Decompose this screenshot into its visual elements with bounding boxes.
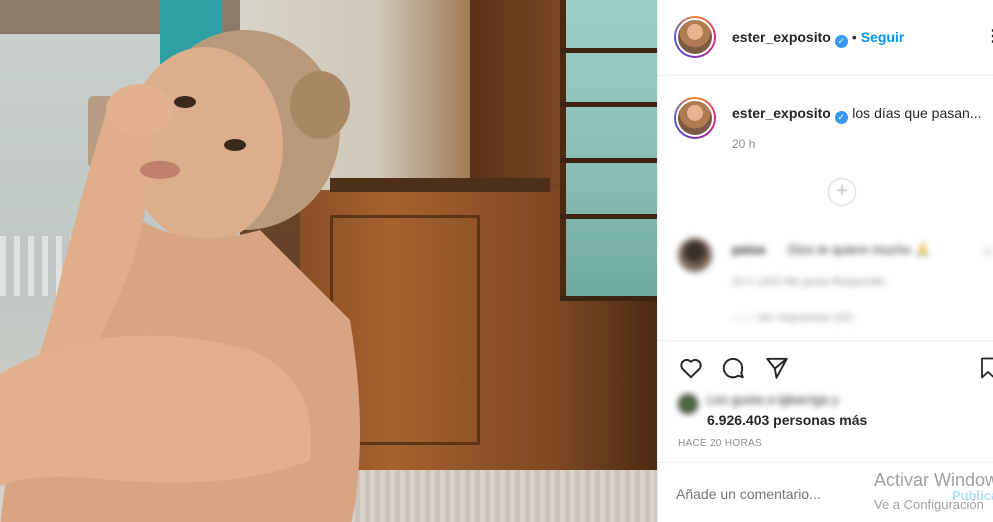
more-icon[interactable]: ⋮ xyxy=(985,26,993,46)
verified-icon: ✓ xyxy=(834,111,848,124)
add-circle-icon[interactable]: + xyxy=(828,178,856,206)
photo-bg-vitrine xyxy=(560,0,657,300)
likes-count[interactable]: 6.926.403 personas más xyxy=(707,412,867,428)
post-timestamp[interactable]: HACE 20 HORAS xyxy=(678,438,762,449)
post-photo[interactable] xyxy=(0,0,657,522)
photo-bg-shelf xyxy=(560,214,657,219)
comment-icon[interactable] xyxy=(720,355,746,381)
liker-avatar[interactable] xyxy=(678,394,698,414)
publish-button[interactable]: Publicar xyxy=(952,488,993,503)
header-meta: ester_exposito ✓ • Seguir xyxy=(732,29,904,48)
comment-like-icon[interactable]: ♡ xyxy=(983,246,993,260)
photo-bg-shelf xyxy=(560,102,657,107)
photo-person xyxy=(0,30,360,522)
verified-icon: ✓ xyxy=(834,35,848,48)
caption-username[interactable]: ester_exposito xyxy=(732,105,831,121)
follow-button[interactable]: Seguir xyxy=(861,29,905,45)
caption-time: 20 h xyxy=(732,137,756,151)
post-header: ester_exposito ✓ • Seguir ⋮ xyxy=(658,0,993,76)
comment-view-replies[interactable]: —— Ver respuestas (20) xyxy=(732,312,853,324)
comment-text: Dios te quiere mucho 🙏 xyxy=(788,242,931,257)
caption-text: los días que pasan... xyxy=(852,105,982,121)
comment-input[interactable] xyxy=(676,486,876,502)
author-avatar[interactable] xyxy=(674,16,716,58)
comment-form: Publicar xyxy=(658,462,993,522)
comment-username[interactable]: paisa xyxy=(732,242,765,257)
bookmark-icon[interactable] xyxy=(980,355,993,381)
post-side-panel: ester_exposito ✓ • Seguir ⋮ ester_exposito ✓… xyxy=(657,0,993,522)
caption: ester_exposito ✓ los días que pasan... xyxy=(732,105,993,124)
comment-avatar[interactable] xyxy=(678,238,712,272)
separator: • xyxy=(851,29,857,45)
comment-meta[interactable]: 20 h 1400 Me gusta Responder xyxy=(732,276,886,288)
heart-icon[interactable] xyxy=(678,355,704,381)
author-username[interactable]: ester_exposito xyxy=(732,29,831,45)
caption-avatar[interactable] xyxy=(674,97,716,139)
share-icon[interactable] xyxy=(764,355,790,381)
photo-bg-shelf xyxy=(560,48,657,53)
photo-bg-shelf xyxy=(560,158,657,163)
liked-by-text[interactable]: Les gusta a lgbarriga y xyxy=(707,392,839,407)
photo-bg-shelf xyxy=(560,296,657,301)
